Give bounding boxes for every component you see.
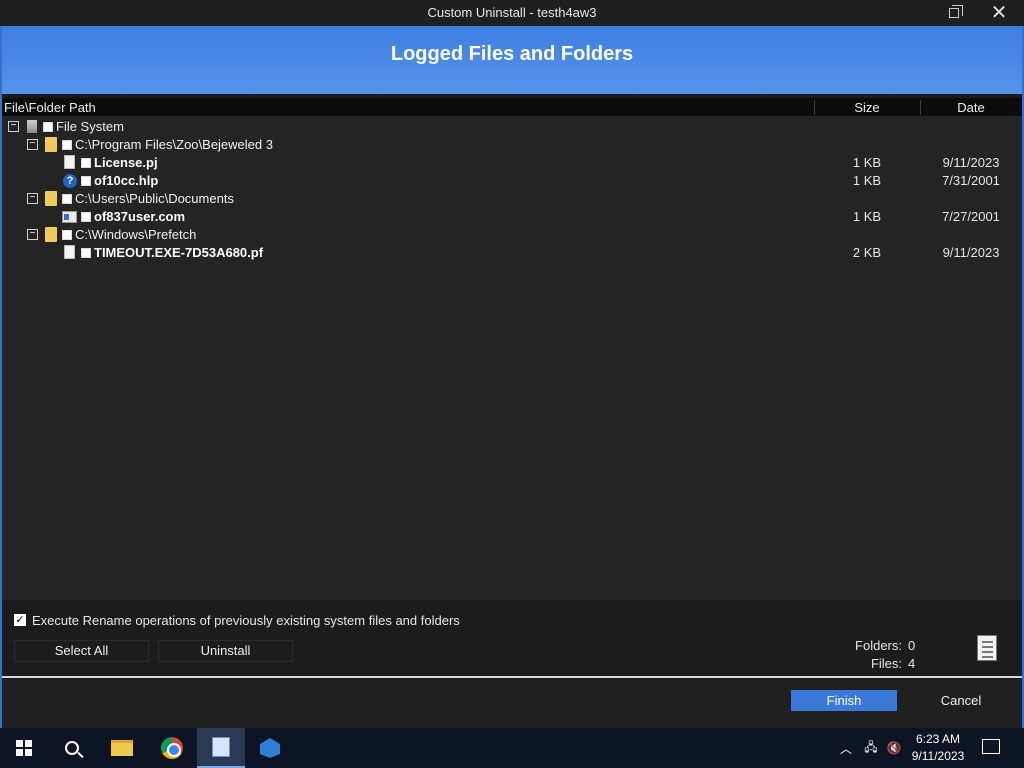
folders-count: 0: [908, 638, 916, 653]
tree-label: License.pj: [94, 155, 158, 170]
window-title: Custom Uninstall - testh4aw3: [427, 5, 597, 20]
network-tray-button[interactable]: 🖧: [862, 728, 880, 768]
tree-checkbox[interactable]: [43, 122, 53, 132]
tree-label: C:\Users\Public\Documents: [75, 191, 234, 206]
tree-checkbox[interactable]: [81, 248, 91, 258]
tree-label: TIMEOUT.EXE-7D53A680.pf: [94, 245, 264, 260]
tree-checkbox[interactable]: [81, 158, 91, 168]
drive-icon: [27, 120, 37, 133]
setup-taskbar-button[interactable]: [246, 728, 294, 768]
network-icon: 🖧: [864, 739, 878, 754]
taskbar-clock[interactable]: 6:23 AM 9/11/2023: [905, 731, 971, 765]
tree-row-folder[interactable]: − C:\Users\Public\Documents: [2, 190, 1022, 208]
files-count: 4: [908, 656, 916, 671]
show-hidden-icons-button[interactable]: ︿: [838, 728, 854, 768]
tree-label: of10cc.hlp: [94, 173, 159, 188]
finish-button[interactable]: Finish: [791, 690, 897, 711]
tree-checkbox[interactable]: [62, 230, 72, 240]
options-panel: ✓ Execute Rename operations of previousl…: [2, 600, 1022, 676]
file-size: 1 KB: [852, 173, 882, 188]
chevron-up-icon: ︿: [839, 741, 852, 756]
cancel-button[interactable]: Cancel: [908, 690, 1014, 711]
file-date: 9/11/2023: [942, 245, 1000, 260]
clock-time: 6:23 AM: [915, 732, 961, 746]
collapse-icon[interactable]: −: [8, 121, 19, 132]
file-explorer-button[interactable]: [98, 728, 146, 768]
column-size[interactable]: Size: [814, 100, 920, 115]
application-icon: [62, 211, 77, 223]
tree-row-root[interactable]: − File System: [2, 118, 1022, 136]
folder-icon: [45, 191, 57, 206]
taskbar: ︿ 🖧 🔇 6:23 AM 9/11/2023: [0, 728, 1024, 768]
chrome-button[interactable]: [148, 728, 196, 768]
file-size: 1 KB: [852, 209, 882, 224]
file-explorer-icon: [111, 740, 133, 756]
setup-app-icon: [260, 738, 280, 758]
tree-checkbox[interactable]: [81, 176, 91, 186]
file-size: 1 KB: [852, 155, 882, 170]
header-banner: Logged Files and Folders: [2, 26, 1022, 94]
help-file-icon: ?: [63, 174, 77, 188]
restore-button[interactable]: [931, 0, 977, 26]
column-header: File\Folder Path Size Date: [2, 98, 1022, 117]
tree-row-file[interactable]: of837user.com 1 KB 7/27/2001: [2, 208, 1022, 226]
tree-label: File System: [56, 119, 124, 134]
file-tree[interactable]: − File System − C:\Program Files\Zoo\Bej…: [2, 118, 1022, 600]
close-icon: ✕: [990, 2, 1008, 24]
column-date[interactable]: Date: [920, 100, 1022, 115]
notification-icon[interactable]: [982, 739, 1000, 754]
tree-label: C:\Program Files\Zoo\Bejeweled 3: [75, 137, 273, 152]
window-titlebar: Custom Uninstall - testh4aw3 ✕: [0, 0, 1024, 26]
tree-label: of837user.com: [94, 209, 186, 224]
folder-icon: [45, 137, 57, 152]
tree-row-file[interactable]: License.pj 1 KB 9/11/2023: [2, 154, 1022, 172]
file-size: 2 KB: [852, 245, 882, 260]
folders-label: Folders:: [855, 638, 902, 653]
chrome-icon: [161, 737, 183, 759]
log-list-icon[interactable]: [977, 635, 997, 661]
tree-checkbox[interactable]: [62, 194, 72, 204]
uninstall-button[interactable]: Uninstall: [158, 640, 293, 662]
dialog-footer: Finish Cancel: [2, 678, 1022, 728]
file-date: 9/11/2023: [942, 155, 1000, 170]
page-title: Logged Files and Folders: [390, 43, 634, 65]
column-path[interactable]: File\Folder Path: [4, 100, 96, 115]
folder-icon: [45, 227, 57, 242]
search-icon: [65, 741, 79, 755]
folders-stat: Folders:: [822, 638, 902, 654]
uninstaller-app-icon: [212, 737, 230, 757]
uninstaller-taskbar-button[interactable]: [197, 728, 245, 768]
rename-checkbox-label: Execute Rename operations of previously …: [32, 613, 460, 628]
collapse-icon[interactable]: −: [27, 229, 38, 240]
uninstall-window: Logged Files and Folders File\Folder Pat…: [0, 26, 1024, 728]
search-button[interactable]: [48, 728, 96, 768]
start-button[interactable]: [0, 728, 48, 768]
clock-date: 9/11/2023: [911, 749, 965, 763]
tree-checkbox[interactable]: [62, 140, 72, 150]
volume-muted-icon: 🔇: [886, 741, 902, 755]
windows-logo-icon: [16, 740, 32, 756]
collapse-icon[interactable]: −: [27, 193, 38, 204]
collapse-icon[interactable]: −: [27, 139, 38, 150]
files-label: Files:: [870, 656, 902, 671]
file-icon: [64, 245, 75, 259]
volume-tray-button[interactable]: 🔇: [884, 728, 904, 768]
tree-checkbox[interactable]: [81, 212, 91, 222]
file-date: 7/27/2001: [942, 209, 1000, 224]
restore-icon: [949, 5, 963, 18]
close-button[interactable]: ✕: [976, 0, 1022, 26]
select-all-button[interactable]: Select All: [14, 640, 149, 662]
file-date: 7/31/2001: [942, 173, 1000, 188]
file-icon: [64, 155, 75, 169]
files-stat: Files:: [822, 656, 902, 672]
tree-row-folder[interactable]: − C:\Program Files\Zoo\Bejeweled 3: [2, 136, 1022, 154]
rename-checkbox[interactable]: ✓: [14, 614, 26, 626]
tree-label: C:\Windows\Prefetch: [75, 227, 197, 242]
tree-row-file[interactable]: ? of10cc.hlp 1 KB 7/31/2001: [2, 172, 1022, 190]
tree-row-folder[interactable]: − C:\Windows\Prefetch: [2, 226, 1022, 244]
tree-row-file[interactable]: TIMEOUT.EXE-7D53A680.pf 2 KB 9/11/2023: [2, 244, 1022, 262]
